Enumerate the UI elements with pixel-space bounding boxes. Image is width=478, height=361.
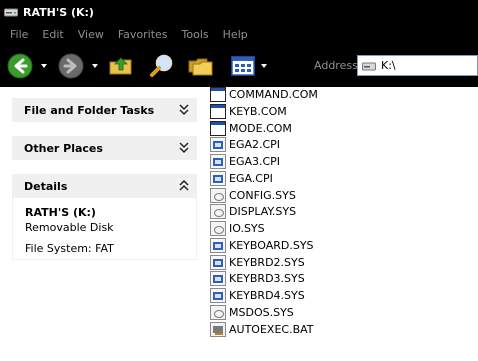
details-body: RATH'S (K:) Removable Disk File System: … xyxy=(12,198,197,260)
cpi-file-icon xyxy=(210,237,226,253)
address-input[interactable]: K:\ xyxy=(357,55,478,76)
file-name: KEYBOARD.SYS xyxy=(229,238,314,252)
com-program-icon xyxy=(210,87,226,102)
details-drive-name: RATH'S (K:) xyxy=(25,206,96,219)
folders-icon xyxy=(188,58,213,76)
file-item[interactable]: KEYBOARD.SYS xyxy=(210,237,314,254)
file-item[interactable]: MODE.COM xyxy=(210,120,292,137)
file-name: CONFIG.SYS xyxy=(229,188,296,202)
up-folder-button[interactable] xyxy=(107,52,135,80)
details-drive-type: Removable Disk xyxy=(25,221,114,234)
menu-view[interactable]: View xyxy=(71,28,111,41)
file-name: KEYBRD4.SYS xyxy=(229,289,305,302)
task-pane: File and Folder Tasks Other Places Detai… xyxy=(0,87,208,361)
file-name: MSDOS.SYS xyxy=(229,305,294,319)
file-name: EGA.CPI xyxy=(229,171,273,185)
forward-arrow-icon xyxy=(58,53,84,79)
file-item[interactable]: DISPLAY.SYS xyxy=(210,203,296,220)
file-name: EGA2.CPI xyxy=(229,138,281,152)
address-value: K:\ xyxy=(381,59,396,72)
forward-button[interactable] xyxy=(57,52,85,80)
file-name: COMMAND.COM xyxy=(229,88,318,101)
file-name: EGA3.CPI xyxy=(229,155,281,168)
file-item[interactable]: MSDOS.SYS xyxy=(210,304,294,321)
removable-drive-icon xyxy=(4,7,18,17)
details-file-system: File System: FAT xyxy=(25,242,114,255)
sys-file-icon xyxy=(210,221,226,236)
file-item[interactable]: EGA3.CPI xyxy=(210,153,280,170)
other-places-header[interactable]: Other Places xyxy=(12,136,197,160)
file-name: MODE.COM xyxy=(229,121,292,135)
com-program-icon xyxy=(210,120,226,136)
file-folder-tasks-title: File and Folder Tasks xyxy=(24,103,155,117)
folders-button[interactable] xyxy=(187,52,215,80)
details-header[interactable]: Details xyxy=(12,174,197,198)
file-item[interactable]: IO.SYS xyxy=(210,220,265,237)
file-name: KEYBRD2.SYS xyxy=(229,255,305,269)
file-item[interactable]: EGA2.CPI xyxy=(210,136,280,153)
file-list: COMMAND.COM KEYB.COM MODE.COM EGA2.CPI EGA3.… xyxy=(208,87,478,361)
file-name: IO.SYS xyxy=(229,222,265,235)
menu-tools[interactable]: Tools xyxy=(175,28,216,41)
file-item[interactable]: KEYB.COM xyxy=(210,103,287,120)
window-title: RATH'S (K:) xyxy=(23,5,94,19)
sys-file-icon xyxy=(210,187,226,203)
up-folder-icon xyxy=(109,57,132,75)
cpi-file-icon xyxy=(210,154,226,169)
menu-edit[interactable]: Edit xyxy=(35,28,70,41)
chevron-up-icon[interactable] xyxy=(179,180,189,192)
title-bar: RATH'S (K:) xyxy=(0,0,478,24)
search-icon xyxy=(150,54,173,77)
com-program-icon xyxy=(210,103,226,119)
views-button[interactable] xyxy=(229,52,257,80)
forward-dropdown-icon[interactable] xyxy=(92,64,98,68)
cpi-file-icon xyxy=(210,254,226,270)
back-button[interactable] xyxy=(6,52,34,80)
other-places-title: Other Places xyxy=(24,141,103,155)
file-name: AUTOEXEC.BAT xyxy=(229,322,314,336)
file-item[interactable]: CONFIG.SYS xyxy=(210,187,296,204)
sys-file-icon xyxy=(210,204,226,220)
chevron-down-icon[interactable] xyxy=(179,142,189,154)
back-arrow-icon xyxy=(7,53,33,79)
file-item[interactable]: KEYBRD4.SYS xyxy=(210,287,305,304)
details-title: Details xyxy=(24,179,68,193)
file-item[interactable]: EGA.CPI xyxy=(210,170,273,187)
chevron-down-icon[interactable] xyxy=(179,104,189,116)
cpi-file-icon xyxy=(210,137,226,153)
views-dropdown-icon[interactable] xyxy=(261,64,267,68)
file-item[interactable]: KEYBRD2.SYS xyxy=(210,254,305,271)
removable-drive-icon xyxy=(362,61,376,71)
address-label: Address xyxy=(314,59,358,72)
bat-file-icon xyxy=(210,321,226,337)
file-name: DISPLAY.SYS xyxy=(229,205,297,219)
file-name: KEYB.COM xyxy=(229,104,287,118)
cpi-file-icon xyxy=(210,288,226,303)
search-button[interactable] xyxy=(148,52,176,80)
menu-bar: File Edit View Favorites Tools Help xyxy=(0,24,478,45)
menu-help[interactable]: Help xyxy=(216,28,255,41)
toolbar: Address K:\ xyxy=(0,45,478,87)
sys-file-icon xyxy=(210,304,226,320)
cpi-file-icon xyxy=(210,170,226,186)
back-dropdown-icon[interactable] xyxy=(41,64,47,68)
file-folder-tasks-header[interactable]: File and Folder Tasks xyxy=(12,98,197,122)
file-name: KEYBRD3.SYS xyxy=(229,272,305,286)
menu-file[interactable]: File xyxy=(3,28,35,41)
views-grid-icon xyxy=(231,56,255,76)
file-item[interactable]: AUTOEXEC.BAT xyxy=(210,321,314,338)
file-item[interactable]: COMMAND.COM xyxy=(210,86,318,103)
file-item[interactable]: KEYBRD3.SYS xyxy=(210,270,305,287)
cpi-file-icon xyxy=(210,271,226,287)
menu-favorites[interactable]: Favorites xyxy=(111,28,175,41)
